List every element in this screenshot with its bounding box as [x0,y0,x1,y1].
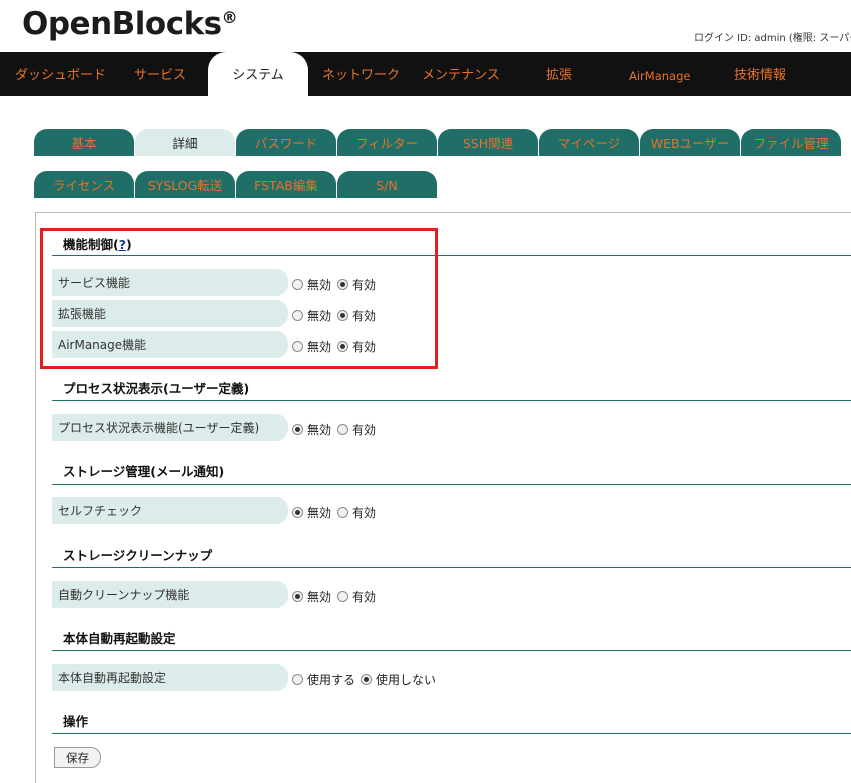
highlight-box [40,228,438,369]
radio-selfcheck-enable[interactable] [337,507,349,518]
tab-ssh[interactable]: SSH関連 [438,129,538,156]
tab-file-management[interactable]: ファイル管理 [741,129,841,156]
section-title-process-status: プロセス状況表示(ユーザー定義) [63,381,250,396]
nav-maintenance[interactable]: メンテナンス [422,52,500,96]
row-label-auto-reboot: 本体自動再起動設定 [52,664,288,691]
tab-web-user[interactable]: WEBユーザー [640,129,740,156]
login-info: ログイン ID: admin (権限: スーパー [694,33,851,44]
main-nav: ダッシュボード サービス システム ネットワーク メンテナンス 拡張 AirMa… [0,52,851,98]
row-label-self-check: セルフチェック [52,497,288,524]
tab-basic[interactable]: 基本 [34,129,134,156]
nav-airmanage[interactable]: AirManage [629,52,690,96]
section-title-storage-management: ストレージ管理(メール通知) [63,464,225,479]
tab-license[interactable]: ライセンス [34,171,134,198]
nav-extension[interactable]: 拡張 [546,52,572,96]
save-button[interactable]: 保存 [54,747,101,768]
radio-process-disable[interactable] [292,424,303,435]
nav-dashboard[interactable]: ダッシュボード [15,52,106,96]
tab-syslog[interactable]: SYSLOG転送 [135,171,235,198]
radio-group-self-check: 無効 有効 [292,504,382,521]
radio-reboot-use[interactable] [292,674,303,685]
row-label-auto-cleanup: 自動クリーンナップ機能 [52,581,288,608]
openblocks-logo: OpenBlocks® [22,6,238,42]
radio-selfcheck-disable[interactable] [292,507,303,518]
section-divider [52,650,851,651]
radio-group-process-status: 無効 有効 [292,421,382,438]
radio-group-auto-reboot: 使用する 使用しない [292,671,442,688]
section-divider [52,484,851,485]
radio-cleanup-disable[interactable] [292,591,303,602]
section-divider [52,400,851,401]
section-divider [52,733,851,734]
row-label-process-status: プロセス状況表示機能(ユーザー定義) [52,414,288,441]
radio-reboot-not-use[interactable] [361,674,373,685]
tab-fstab[interactable]: FSTAB編集 [236,171,336,198]
tab-password[interactable]: パスワード [236,129,336,156]
tab-mypage[interactable]: マイページ [539,129,639,156]
tab-detail[interactable]: 詳細 [135,129,235,156]
section-divider [52,567,851,568]
section-title-operation: 操作 [63,714,89,729]
radio-process-enable[interactable] [337,424,349,435]
section-title-storage-cleanup: ストレージクリーンナップ [63,548,213,563]
nav-network[interactable]: ネットワーク [322,52,400,96]
nav-service[interactable]: サービス [134,52,186,96]
radio-group-auto-cleanup: 無効 有効 [292,588,382,605]
tab-sn[interactable]: S/N [337,171,437,198]
radio-cleanup-enable[interactable] [337,591,349,602]
nav-tech-info[interactable]: 技術情報 [734,52,786,96]
section-title-auto-reboot: 本体自動再起動設定 [63,631,176,646]
nav-system[interactable]: システム [208,52,308,98]
tab-filter[interactable]: フィルター [337,129,437,156]
